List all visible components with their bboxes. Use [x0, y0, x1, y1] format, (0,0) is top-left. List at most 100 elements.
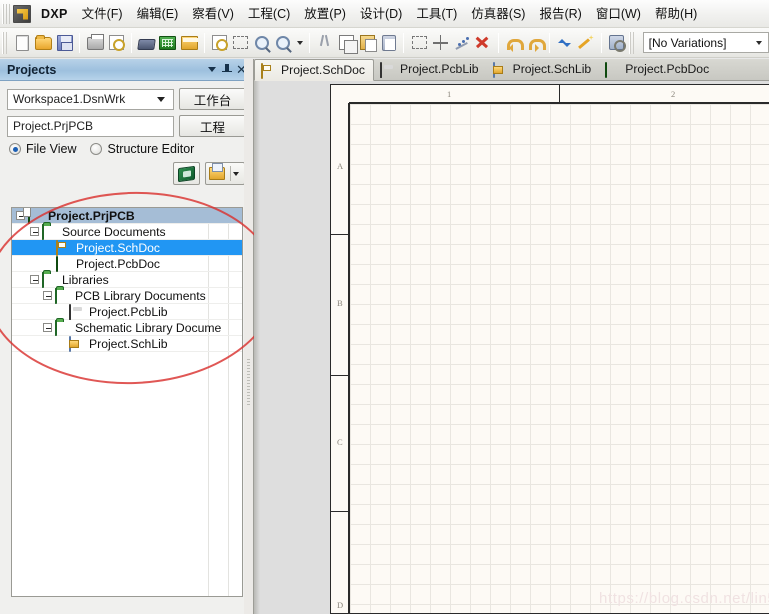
radio-structure-editor-label: Structure Editor: [107, 142, 195, 156]
tree-node-schematic-library-documents[interactable]: Schematic Library Docume: [12, 319, 242, 336]
open-pcb-button[interactable]: [157, 31, 178, 54]
tab-project-schdoc[interactable]: Project.SchDoc: [254, 59, 374, 81]
cut-button[interactable]: [314, 31, 335, 54]
tab-project-pcbdoc[interactable]: Project.PcbDoc: [599, 58, 717, 80]
tree-node-project-schlib[interactable]: Project.SchLib: [12, 335, 242, 352]
variations-combo[interactable]: [No Variations]: [642, 32, 769, 53]
zoom-filter-button[interactable]: [273, 31, 294, 54]
tree-expander-icon[interactable]: [30, 227, 39, 236]
radio-structure-editor[interactable]: [90, 143, 103, 155]
project-tree[interactable]: Project.PrjPCB Source Documents Project.…: [11, 207, 243, 597]
new-document-button[interactable]: [12, 31, 33, 54]
up-down-arrows-icon: [557, 35, 572, 51]
menu-window[interactable]: 窗口(W): [589, 3, 648, 25]
zoom-dropdown-button[interactable]: [294, 31, 305, 54]
panel-compile-button[interactable]: [173, 162, 200, 185]
menu-bar-grip[interactable]: [2, 3, 10, 24]
schematic-canvas-grid[interactable]: [349, 103, 769, 613]
open-schematic-button[interactable]: [179, 31, 200, 54]
menu-tools[interactable]: 工具(T): [409, 3, 464, 25]
open-document-button[interactable]: [33, 31, 54, 54]
toolbar-grip[interactable]: [2, 31, 9, 54]
green-disk-icon: [178, 165, 195, 182]
menu-edit[interactable]: 编辑(E): [130, 3, 186, 25]
menu-project[interactable]: 工程(C): [241, 3, 297, 25]
ruler-column-label: 1: [447, 89, 452, 99]
document-tab-bar: Project.SchDoc Project.PcbLib Project.Sc…: [254, 59, 769, 81]
menu-reports[interactable]: 报告(R): [532, 3, 588, 25]
menu-dxp[interactable]: DXP: [34, 3, 75, 25]
tree-node-project-pcblib[interactable]: Project.PcbLib: [12, 303, 242, 320]
panel-open-dropdown-button[interactable]: [205, 162, 245, 185]
tree-node-label: Source Documents: [62, 224, 166, 239]
updown-button[interactable]: [554, 31, 575, 54]
pin-icon: [221, 63, 232, 76]
project-pcb-icon: [23, 208, 45, 224]
tree-node-pcb-library-documents[interactable]: PCB Library Documents: [12, 287, 242, 304]
tab-label: Project.PcbDoc: [625, 62, 710, 76]
undo-button[interactable]: [503, 31, 525, 54]
pcb-lib-icon: [69, 303, 86, 320]
panel-menu-button[interactable]: [204, 62, 219, 78]
wand-button[interactable]: [575, 31, 596, 54]
zoom-document-icon: [212, 35, 229, 51]
tree-node-project-schdoc[interactable]: Project.SchDoc: [12, 239, 242, 256]
project-button[interactable]: 工程: [179, 115, 246, 137]
panel-scroll-strip[interactable]: [244, 59, 253, 614]
paste-button[interactable]: [357, 31, 378, 54]
menu-file[interactable]: 文件(F): [75, 3, 130, 25]
toolbar-separator: [497, 32, 499, 53]
select-area-button[interactable]: [408, 31, 429, 54]
tab-label: Project.PcbLib: [400, 62, 479, 76]
clear-filter-button[interactable]: [472, 31, 493, 54]
project-field[interactable]: Project.PrjPCB: [7, 115, 174, 137]
copy-button[interactable]: [336, 31, 358, 54]
zoom-selected-icon: [255, 35, 270, 50]
schematic-sheet[interactable]: 1 2 A B C D https://blog.csdn.net/lin510…: [330, 84, 769, 614]
tree-expander-icon[interactable]: [43, 291, 52, 300]
tree-node-source-documents[interactable]: Source Documents: [12, 223, 242, 240]
tree-node-libraries[interactable]: Libraries: [12, 271, 242, 288]
menu-view[interactable]: 察看(V): [185, 3, 241, 25]
menu-simulator[interactable]: 仿真器(S): [464, 3, 532, 25]
zoom-area-button[interactable]: [230, 31, 251, 54]
schematic-editor-area[interactable]: 1 2 A B C D https://blog.csdn.net/lin510…: [254, 81, 769, 614]
tab-project-pcblib[interactable]: Project.PcbLib: [374, 58, 487, 80]
workspace-row: Workspace1.DsnWrk 工作台: [7, 88, 246, 110]
menu-design[interactable]: 设计(D): [353, 3, 409, 25]
toolbar-separator: [203, 32, 205, 53]
print-button[interactable]: [84, 31, 105, 54]
chevron-down-icon: [233, 172, 239, 176]
zoom-selected-button[interactable]: [252, 31, 273, 54]
dxp-logo-icon[interactable]: [13, 4, 31, 23]
main-toolbar: [No Variations]: [0, 28, 769, 58]
redo-button[interactable]: [524, 31, 546, 54]
workbench-button[interactable]: 工作台: [179, 88, 246, 110]
save-button[interactable]: [54, 31, 75, 54]
tree-expander-icon[interactable]: [30, 275, 39, 284]
ruler-column-divider: [559, 85, 560, 102]
folder-icon: [55, 287, 72, 304]
zoom-document-button[interactable]: [209, 31, 230, 54]
folder-icon: [55, 319, 72, 336]
print-preview-button[interactable]: [106, 31, 127, 54]
projects-panel-body: Workspace1.DsnWrk 工作台 Project.PrjPCB 工程 …: [0, 81, 253, 185]
variations-grip[interactable]: [629, 31, 636, 54]
tab-project-schlib[interactable]: Project.SchLib: [487, 58, 600, 80]
move-button[interactable]: [430, 31, 451, 54]
menu-help[interactable]: 帮助(H): [648, 3, 704, 25]
open-board-button[interactable]: [136, 31, 157, 54]
paste-special-button[interactable]: [378, 31, 399, 54]
radio-file-view[interactable]: [9, 143, 21, 155]
workspace-combo[interactable]: Workspace1.DsnWrk: [7, 88, 174, 110]
menu-place[interactable]: 放置(P): [297, 3, 353, 25]
tree-node-label: Schematic Library Docume: [75, 320, 222, 335]
schematic-window-icon: [180, 35, 198, 50]
tree-node-label: Libraries: [62, 272, 109, 287]
paste-icon: [359, 35, 377, 52]
deselect-button[interactable]: [451, 31, 472, 54]
tree-expander-icon[interactable]: [43, 323, 52, 332]
toolbar-separator: [403, 32, 405, 53]
browse-button[interactable]: [606, 31, 627, 54]
panel-pin-button[interactable]: [219, 62, 234, 78]
